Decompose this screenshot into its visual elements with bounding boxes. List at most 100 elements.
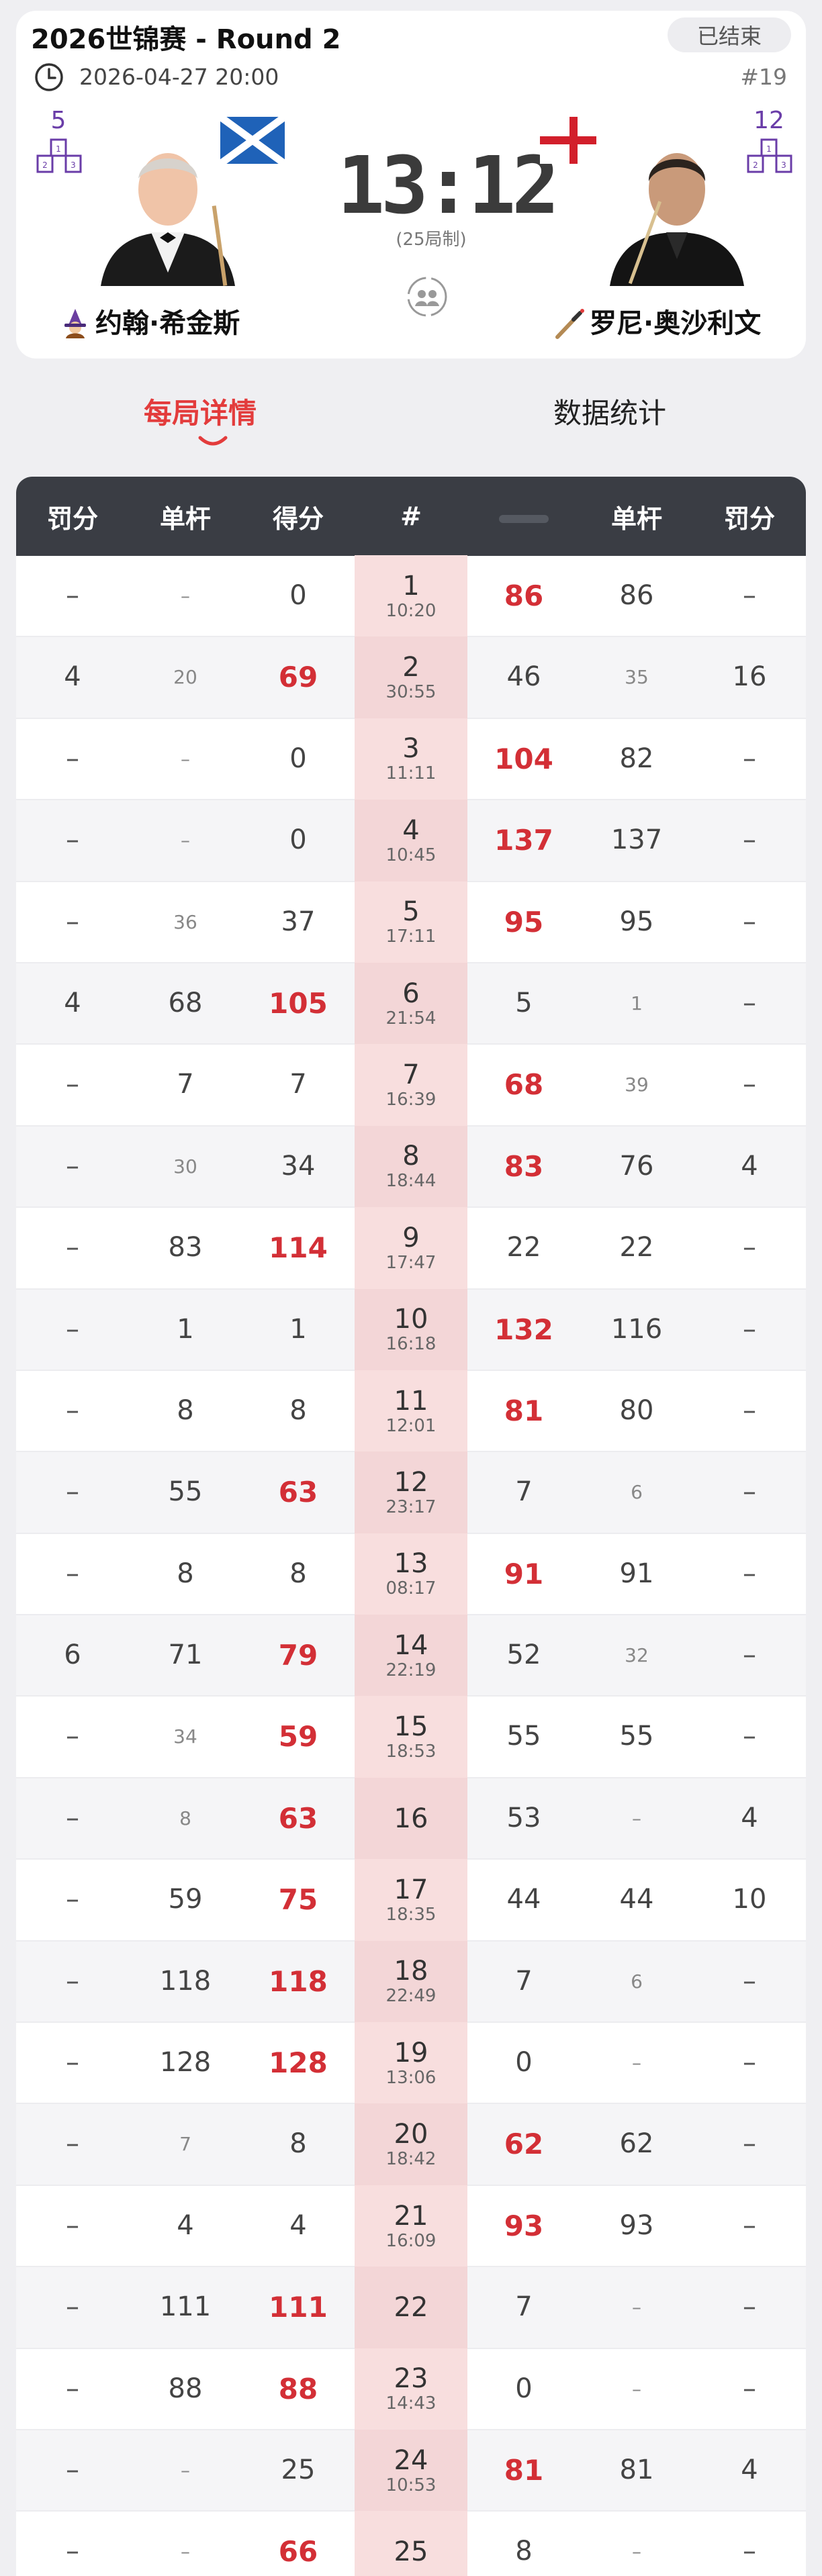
head-to-head-icon[interactable] (406, 275, 449, 318)
right-break-cell: 55 (619, 1721, 654, 1752)
tab-frame-details[interactable]: 每局详情 (144, 396, 257, 431)
table-row[interactable]: – – 66 25 8 – – (16, 2511, 806, 2576)
left-break-cell: 8 (179, 1807, 191, 1829)
table-row[interactable]: –7 7 7 16:39 68 39– (16, 1044, 806, 1127)
table-row[interactable]: – 8 63 16 53 – 4 (16, 1777, 806, 1860)
frame-number: 24 (394, 2444, 428, 2476)
frame-cell: 14 22:19 (355, 1615, 467, 1697)
right-player-name[interactable]: 罗尼·奥沙利文 (553, 306, 761, 341)
frame-cell: 17 18:35 (355, 1859, 467, 1941)
right-penalty-cell: – (743, 824, 756, 856)
right-score-cell: 53 (506, 1802, 541, 1833)
frame-number: 15 (394, 1711, 428, 1743)
scotland-flag-icon (220, 117, 285, 164)
frame-number: 23 (394, 2363, 428, 2395)
table-row[interactable]: 6 71 79 14 22:19 52 32 – (16, 1615, 806, 1697)
frame-duration: 12:01 (385, 1415, 437, 1436)
right-break-cell: 6 (631, 1481, 643, 1504)
right-score-cell: 5 (515, 987, 533, 1018)
table-row[interactable]: – 88 88 23 14:43 0 – – (16, 2348, 806, 2430)
table-row[interactable]: – 111 111 22 7 – – (16, 2267, 806, 2349)
right-player-avatar[interactable] (596, 125, 758, 286)
right-break-cell: 93 (619, 2209, 654, 2241)
header-left-break: 单杆 (159, 504, 211, 534)
left-score-cell: 79 (278, 1639, 318, 1672)
table-row[interactable]: – 4 4 21 16:09 93 93 – (16, 2185, 806, 2268)
right-penalty-cell: 4 (741, 2454, 758, 2485)
table-row[interactable]: – – 0 4 10:45 137 137 – (16, 800, 806, 882)
left-break-cell: 7 (179, 2133, 191, 2156)
frame-cell: 21 16:09 (355, 2185, 467, 2267)
left-penalty-cell: – (66, 1232, 79, 1263)
frame-duration: 16:09 (385, 2230, 437, 2251)
frame-number: 10 (394, 1304, 428, 1335)
header-frame: # (400, 502, 422, 531)
table-row[interactable]: – 1 1 10 16:18 132 116 – (16, 1288, 806, 1371)
table-row[interactable]: – 7 8 20 18:42 62 62 – (16, 2103, 806, 2186)
right-score-cell: 55 (506, 1721, 541, 1752)
right-score-cell: 68 (504, 1068, 544, 1102)
table-row[interactable]: – 8 8 13 08:17 91 91 – (16, 1533, 806, 1616)
right-break-cell: 76 (619, 1150, 654, 1182)
table-row[interactable]: – 118 118 18 22:49 7 6 – (16, 1940, 806, 2023)
left-penalty-cell: – (66, 1884, 79, 1915)
frame-duration: 30:55 (385, 682, 437, 703)
podium-icon: 12 3 (36, 138, 82, 173)
frame-cell: 25 (355, 2511, 467, 2576)
table-row[interactable]: – 34 59 15 18:53 55 55 – (16, 1696, 806, 1778)
right-penalty-cell: – (743, 2209, 756, 2241)
table-row[interactable]: – – 25 24 10:53 81 81 4 (16, 2429, 806, 2512)
right-penalty-cell: – (743, 1313, 756, 1345)
left-score-cell: 1 (289, 1313, 307, 1345)
match-score: 13:12 (337, 139, 559, 232)
left-penalty-cell: 4 (64, 987, 81, 1018)
frame-number: 25 (394, 2536, 428, 2568)
frame-number: 20 (394, 2119, 428, 2150)
svg-text:1: 1 (56, 144, 61, 154)
left-score-cell: 37 (281, 906, 316, 937)
left-break-cell: 83 (168, 1232, 203, 1263)
left-score-cell: 8 (289, 1558, 307, 1589)
svg-text:2: 2 (753, 160, 758, 170)
tab-statistics[interactable]: 数据统计 (553, 396, 666, 431)
header-left-penalty: 罚分 (46, 504, 98, 534)
table-row[interactable]: 4 68 105 6 21:54 5 1 – (16, 962, 806, 1045)
right-break-cell: 22 (619, 1232, 654, 1263)
svg-text:2: 2 (42, 160, 48, 170)
frame-duration: 17:11 (385, 926, 437, 947)
table-row[interactable]: – 83 114 9 17:47 22 22 – (16, 1207, 806, 1290)
right-score-cell: 62 (504, 2128, 544, 2161)
table-row[interactable]: – 8 8 11 12:01 81 80 – (16, 1370, 806, 1453)
left-penalty-cell: – (66, 2209, 79, 2241)
table-row[interactable]: – 59 75 17 18:35 44 44 10 (16, 1859, 806, 1942)
table-row[interactable]: – – 0 1 10:20 86 86 – (16, 555, 806, 638)
header-right-penalty: 罚分 (723, 504, 775, 534)
tournament-title: 2026世锦赛 - Round 2 (31, 24, 341, 55)
left-penalty-cell: – (66, 2128, 79, 2160)
left-player-name[interactable]: 约翰·希金斯 (59, 306, 240, 341)
right-break-cell: 32 (625, 1644, 649, 1667)
wizard-icon (64, 309, 86, 338)
frame-cell: 10 16:18 (355, 1288, 467, 1370)
table-row[interactable]: – 55 63 12 23:17 7 6 – (16, 1451, 806, 1534)
right-penalty-cell: – (743, 987, 756, 1018)
left-score-cell: 111 (269, 2291, 328, 2324)
table-row[interactable]: – – 0 3 11:11 104 82 – (16, 718, 806, 801)
left-score-cell: 63 (278, 1801, 318, 1835)
left-penalty-cell: – (66, 824, 79, 856)
right-penalty-cell: 10 (732, 1884, 767, 1915)
frame-cell: 15 18:53 (355, 1696, 467, 1778)
left-penalty-cell: – (66, 1150, 79, 1182)
left-penalty-cell: – (66, 1069, 79, 1100)
left-score-cell: 8 (289, 2128, 307, 2160)
table-row[interactable]: – 36 37 5 17:11 95 95 – (16, 881, 806, 963)
table-row[interactable]: – 30 34 8 18:44 83 76 4 (16, 1125, 806, 1208)
table-row[interactable]: 4 20 69 2 30:55 46 35 16 (16, 636, 806, 719)
table-row[interactable]: – 128 128 19 13:06 0 – – (16, 2022, 806, 2105)
left-break-cell: 36 (173, 910, 197, 933)
frames-table: 罚分 单杆 得分 # 单杆 罚分 – –0 1 10:20 86 86–4 20 69 2 30:… (16, 477, 806, 2576)
right-break-cell: 82 (619, 743, 654, 774)
frame-number: 6 (402, 977, 420, 1009)
right-score-cell: 91 (504, 1557, 544, 1590)
left-score-cell: 0 (289, 743, 307, 774)
